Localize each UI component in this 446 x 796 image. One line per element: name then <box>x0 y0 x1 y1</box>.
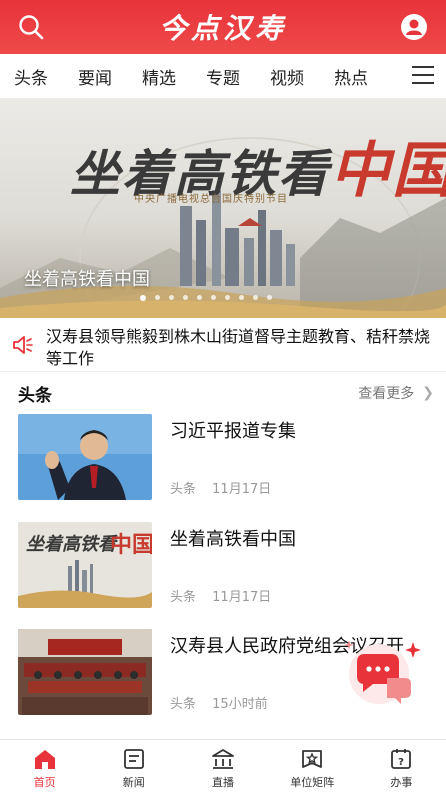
news-meta: 头条 11月17日 <box>170 586 283 605</box>
news-time: 11月17日 <box>212 482 272 497</box>
search-icon[interactable] <box>18 14 44 40</box>
nav-matrix[interactable]: 单位矩阵 <box>268 740 357 796</box>
svg-text:?: ? <box>399 757 405 768</box>
menu-icon[interactable] <box>412 66 434 86</box>
carousel-dot[interactable] <box>183 295 188 300</box>
nav-home[interactable]: 首页 <box>0 740 89 796</box>
chat-bubble-icon[interactable] <box>343 636 423 706</box>
nav-label: 新闻 <box>122 776 145 789</box>
notice-bar[interactable]: 汉寿县领导熊毅到株木山街道督导主题教育、秸秆禁烧等工作 <box>0 318 446 376</box>
carousel-dot[interactable] <box>211 295 216 300</box>
news-meta: 头条 11月17日 <box>170 478 283 497</box>
tab-zhuanti[interactable]: 专题 <box>206 64 240 89</box>
nav-service[interactable]: ? 办事 <box>357 740 446 796</box>
news-item[interactable]: 习近平报道专集 头条 11月17日 <box>0 414 446 514</box>
divider <box>0 371 446 372</box>
notice-text[interactable]: 汉寿县领导熊毅到株木山街道督导主题教育、秸秆禁烧等工作 <box>46 326 434 370</box>
carousel-dots <box>140 295 281 301</box>
news-meta: 头条 15小时前 <box>170 693 280 712</box>
news-source: 头条 <box>170 697 197 712</box>
app-title: 今点汉寿 <box>158 12 287 45</box>
nav-label: 办事 <box>390 776 413 789</box>
news-thumbnail <box>18 629 152 715</box>
carousel-dot[interactable] <box>140 295 146 301</box>
news-time: 15小时前 <box>212 697 268 712</box>
carousel-dot[interactable] <box>267 295 272 300</box>
news-icon <box>123 749 144 769</box>
tab-toutiao[interactable]: 头条 <box>14 64 48 89</box>
news-title: 习近平报道专集 <box>170 421 296 442</box>
news-thumbnail: 坐着高铁看 中国 <box>18 522 152 608</box>
banner-carousel[interactable]: 坐着高铁看中国 中央广播电视总台国庆特别节目 坐着高铁看中国 <box>0 98 446 318</box>
carousel-dot[interactable] <box>225 295 230 300</box>
svg-text:坐着高铁看: 坐着高铁看 <box>26 534 118 555</box>
chevron-right-icon: ❯ <box>422 385 434 401</box>
app-header: 今点汉寿 <box>0 0 446 54</box>
nav-label: 单位矩阵 <box>290 776 335 789</box>
banner-caption: 坐着高铁看中国 <box>24 269 150 290</box>
service-icon: ? <box>391 749 412 769</box>
bottom-nav: 首页 新闻 直播 单位矩阵 ? 办事 <box>0 739 446 796</box>
tabs-fade <box>372 54 406 98</box>
news-title: 坐着高铁看中国 <box>170 529 296 550</box>
live-icon <box>212 749 234 769</box>
carousel-dot[interactable] <box>239 295 244 300</box>
news-source: 头条 <box>170 482 197 497</box>
user-icon[interactable] <box>400 13 428 41</box>
news-source: 头条 <box>170 590 197 605</box>
home-icon <box>34 750 55 769</box>
category-tabs: 头条 要闻 精选 专题 视频 热点 <box>0 54 446 98</box>
section-title: 头条 <box>18 386 52 406</box>
view-more-link[interactable]: 查看更多 ❯ <box>358 383 434 403</box>
svg-text:中国: 中国 <box>110 532 152 558</box>
matrix-icon <box>302 750 323 768</box>
carousel-dot[interactable] <box>155 295 160 300</box>
nav-news[interactable]: 新闻 <box>89 740 178 796</box>
banner-subtitle: 中央广播电视总台国庆特别节目 <box>134 194 288 205</box>
speaker-icon <box>13 336 33 354</box>
news-time: 11月17日 <box>212 590 272 605</box>
carousel-dot[interactable] <box>253 295 258 300</box>
nav-label: 首页 <box>33 776 56 789</box>
tab-shipin[interactable]: 视频 <box>270 64 304 89</box>
carousel-dot[interactable] <box>197 295 202 300</box>
tab-jingxuan[interactable]: 精选 <box>142 64 176 89</box>
carousel-dot[interactable] <box>169 295 174 300</box>
nav-label: 直播 <box>212 776 234 789</box>
nav-live[interactable]: 直播 <box>178 740 267 796</box>
tab-redian[interactable]: 热点 <box>334 64 368 89</box>
tab-yaowen[interactable]: 要闻 <box>78 64 112 89</box>
news-item[interactable]: 坐着高铁看 中国 坐着高铁看中国 头条 11月17日 <box>0 522 446 622</box>
view-more-label: 查看更多 <box>358 386 415 402</box>
news-thumbnail <box>18 414 152 500</box>
